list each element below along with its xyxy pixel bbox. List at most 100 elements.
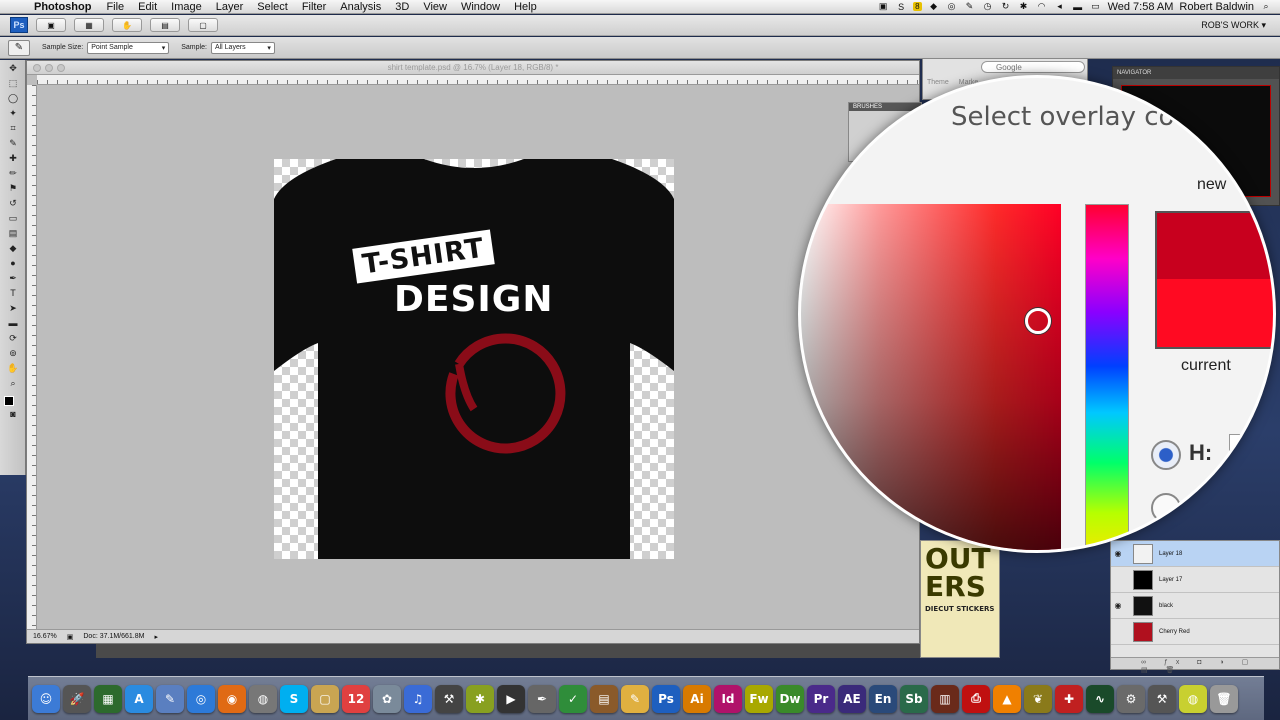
path-select-tool-icon[interactable]: ➤ [4, 302, 22, 315]
layer-row[interactable]: ◉ Layer 18 [1111, 541, 1279, 567]
layer-row[interactable]: Layer 17 [1111, 567, 1279, 593]
acrobat-icon[interactable]: ⎙ [962, 684, 990, 713]
spotlight-icon[interactable]: ⌕ [1260, 1, 1272, 12]
visibility-eye-icon[interactable]: ◉ [1111, 601, 1125, 610]
menu-edit[interactable]: Edit [131, 1, 164, 13]
arrange-documents-button[interactable]: ▤ [150, 18, 180, 32]
xcode-icon[interactable]: ⚒ [435, 684, 463, 713]
current-color-swatch[interactable] [1155, 279, 1273, 349]
canvas-area[interactable]: T-SHIRT DESIGN [37, 85, 919, 629]
hand-tool-button[interactable]: ✋ [112, 18, 142, 32]
skype-icon[interactable]: S [280, 684, 308, 713]
navigator-panel-title[interactable]: NAVIGATOR [1113, 67, 1279, 79]
utilities-icon[interactable]: ⚒ [1148, 684, 1176, 713]
layer-row[interactable]: Cherry Red [1111, 619, 1279, 645]
sample-select[interactable]: All Layers [210, 41, 275, 54]
tab-theme[interactable]: Theme [927, 79, 949, 86]
foreground-color-swatch[interactable] [4, 396, 14, 406]
menu-select[interactable]: Select [250, 1, 295, 13]
flashcards-icon[interactable]: ✚ [1055, 684, 1083, 713]
marquee-tool-icon[interactable]: ⬚ [4, 77, 22, 90]
after-effects-icon[interactable]: AE [838, 684, 866, 713]
workspace-switcher[interactable]: ROB'S WORK ▾ [1201, 20, 1280, 31]
safari-icon[interactable]: ◎ [187, 684, 215, 713]
quick-select-tool-icon[interactable]: ✦ [4, 107, 22, 120]
menu-help[interactable]: Help [507, 1, 544, 13]
pen-tool-icon[interactable]: ✒ [4, 272, 22, 285]
healing-brush-tool-icon[interactable]: ✚ [4, 152, 22, 165]
premiere-icon[interactable]: Pr [807, 684, 835, 713]
menu-filter[interactable]: Filter [295, 1, 333, 13]
preview-icon[interactable]: ✎ [156, 684, 184, 713]
bridge-icon[interactable]: ▥ [931, 684, 959, 713]
menu-3d[interactable]: 3D [388, 1, 416, 13]
clock[interactable]: Wed 7:58 AM [1108, 1, 1174, 13]
menu-view[interactable]: View [416, 1, 454, 13]
encore-icon[interactable]: En [869, 684, 897, 713]
photoshop-icon[interactable]: Ps [652, 684, 680, 713]
camera-icon[interactable]: ▣ [877, 1, 889, 12]
coda-icon[interactable]: ✱ [466, 684, 494, 713]
notification-badge[interactable]: 8 [913, 2, 922, 11]
finder-icon[interactable]: ☺ [32, 684, 60, 713]
battery-icon[interactable]: ▭ [1090, 1, 1102, 12]
saturation-radio-button[interactable] [1151, 493, 1181, 523]
menu-analysis[interactable]: Analysis [333, 1, 388, 13]
pen-tool-icon[interactable]: ✒ [528, 684, 556, 713]
artboard[interactable]: T-SHIRT DESIGN [274, 159, 674, 559]
folder-icon[interactable]: ▢ [311, 684, 339, 713]
imovie-icon[interactable]: ▶ [497, 684, 525, 713]
close-window-icon[interactable] [33, 64, 41, 72]
history-brush-tool-icon[interactable]: ↺ [4, 197, 22, 210]
zoom-window-icon[interactable] [57, 64, 65, 72]
menu-file[interactable]: File [99, 1, 131, 13]
textwrangler-icon[interactable]: ✓ [559, 684, 587, 713]
3d-rotate-tool-icon[interactable]: ⟳ [4, 332, 22, 345]
app-menu[interactable]: Photoshop [30, 1, 99, 13]
menu-layer[interactable]: Layer [209, 1, 251, 13]
menu-window[interactable]: Window [454, 1, 507, 13]
app-store-icon[interactable]: A [125, 684, 153, 713]
dodge-tool-icon[interactable]: ● [4, 257, 22, 270]
eyedropper-tool-icon[interactable]: ✎ [4, 137, 22, 150]
brush-tool-icon[interactable]: ✏ [4, 167, 22, 180]
flag-icon[interactable]: ▬ [1072, 2, 1084, 12]
fireworks-icon[interactable]: Fw [745, 684, 773, 713]
search-input[interactable]: Google [981, 61, 1085, 73]
color-field[interactable] [801, 204, 1061, 550]
trash-icon[interactable]: 🗑 [1210, 684, 1238, 713]
color-picker-cursor-icon[interactable] [1025, 308, 1051, 334]
visibility-eye-icon[interactable]: ◉ [1111, 549, 1125, 558]
system-preferences-icon[interactable]: ⚙ [1117, 684, 1145, 713]
clone-stamp-tool-icon[interactable]: ⚑ [4, 182, 22, 195]
vlc-icon[interactable]: ▲ [993, 684, 1021, 713]
dropbox-icon[interactable]: ◆ [928, 1, 940, 12]
user-name[interactable]: Robert Baldwin [1179, 1, 1254, 13]
vertical-ruler[interactable] [27, 85, 37, 629]
screen-mode-button[interactable]: ▢ [188, 18, 218, 32]
dreamweaver-icon[interactable]: Dw [776, 684, 804, 713]
time-machine-icon[interactable]: ◷ [982, 1, 994, 12]
soundbooth-icon[interactable]: Sb [900, 684, 928, 713]
indesign-icon[interactable]: Id [714, 684, 742, 713]
menu-image[interactable]: Image [164, 1, 209, 13]
tennis-ball-icon[interactable]: ◍ [1179, 684, 1207, 713]
type-tool-icon[interactable]: T [4, 287, 22, 300]
photos-icon[interactable]: ✿ [373, 684, 401, 713]
launchpad-icon[interactable]: 🚀 [63, 684, 91, 713]
shape-tool-icon[interactable]: ▬ [4, 317, 22, 330]
skype-status-icon[interactable]: S [895, 2, 907, 12]
preview-icon[interactable]: ▣ [67, 633, 74, 641]
mission-control-icon[interactable]: ▦ [94, 684, 122, 713]
layer-row[interactable]: ◉ black [1111, 593, 1279, 619]
horizontal-ruler[interactable] [37, 75, 919, 85]
itunes-icon[interactable]: ♫ [404, 684, 432, 713]
hue-slider[interactable] [1085, 204, 1129, 550]
gradient-tool-icon[interactable]: ▤ [4, 227, 22, 240]
crop-tool-icon[interactable]: ⌗ [4, 122, 22, 135]
archive-icon[interactable]: ▤ [590, 684, 618, 713]
3d-orbit-tool-icon[interactable]: ⊚ [4, 347, 22, 360]
quick-mask-icon[interactable]: ◙ [4, 408, 22, 421]
view-extras-button[interactable]: ▦ [74, 18, 104, 32]
launch-bridge-button[interactable]: ▣ [36, 18, 66, 32]
